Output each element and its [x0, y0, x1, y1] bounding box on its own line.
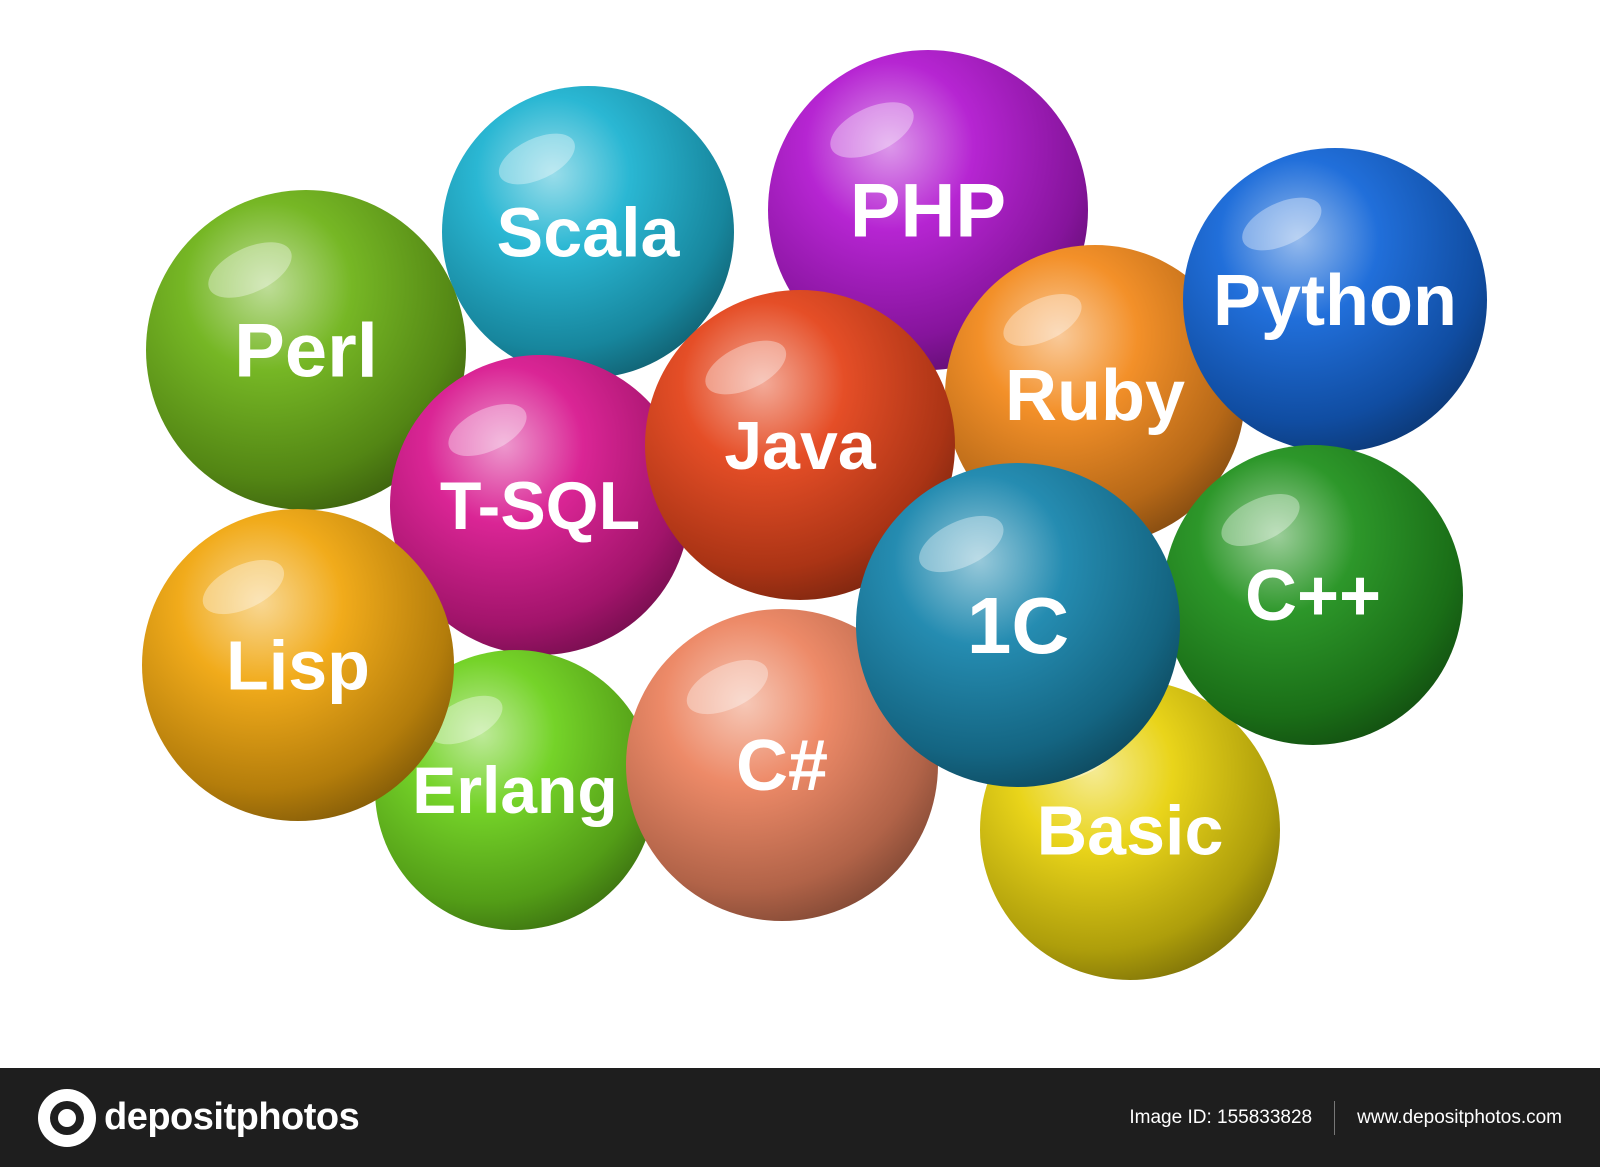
sphere-label: Lisp [226, 627, 370, 705]
footer-bar: depositphotos Image ID: 155833828 www.de… [0, 1068, 1600, 1167]
sphere-scala: Scala [442, 86, 734, 378]
sphere-label: Scala [497, 194, 681, 272]
sphere-1c: 1C [856, 463, 1180, 787]
spheres-canvas: Scala PHP Perl Ruby Python T-SQL Java Erlang Lis… [142, 50, 1487, 980]
sphere-label: C# [736, 726, 828, 806]
sphere-label: Ruby [1005, 356, 1185, 436]
sphere-python: Python [1183, 148, 1487, 452]
sphere-label: C++ [1245, 556, 1381, 636]
sphere-label: Java [724, 408, 876, 484]
sphere-label: Python [1213, 261, 1457, 341]
sphere-cluster-image: Scala PHP Perl Ruby Python T-SQL Java Erlang Lis… [0, 0, 1600, 1068]
sphere-label: T-SQL [440, 468, 640, 544]
image-id: Image ID: 155833828 [1129, 1106, 1313, 1128]
sphere-label: Erlang [412, 753, 617, 827]
sphere-label: Perl [234, 309, 378, 394]
sphere-lisp: Lisp [142, 509, 454, 821]
camera-icon [38, 1088, 96, 1147]
sphere-c-: C++ [1163, 445, 1463, 745]
sphere-label: 1C [967, 581, 1069, 670]
footer-divider [1334, 1100, 1336, 1135]
brand-name: depositphotos [104, 1096, 360, 1138]
site-url[interactable]: www.depositphotos.com [1357, 1107, 1562, 1129]
sphere-label: PHP [850, 169, 1006, 254]
sphere-label: Basic [1037, 792, 1224, 870]
depositphotos-logo[interactable]: depositphotos [38, 1088, 360, 1147]
